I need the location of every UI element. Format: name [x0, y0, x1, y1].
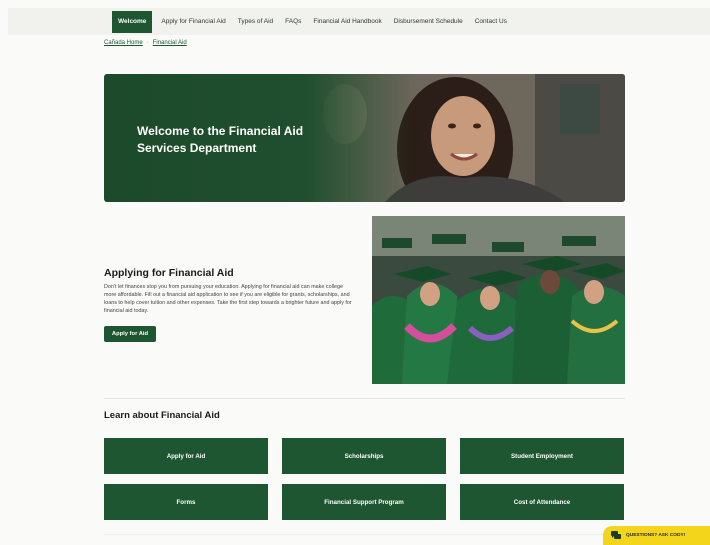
breadcrumb-home-link[interactable]: Cañada Home: [104, 40, 143, 46]
page: Welcome Apply for Financial Aid Types of…: [0, 0, 710, 545]
nav-item-faqs[interactable]: FAQs: [279, 11, 307, 33]
hero-student-photo: [305, 74, 625, 202]
apply-section-title: Applying for Financial Aid: [104, 267, 234, 279]
top-nav: Welcome Apply for Financial Aid Types of…: [8, 8, 710, 35]
apply-section-text: Don't let finances stop you from pursuin…: [104, 284, 352, 314]
nav-item-types-of-aid[interactable]: Types of Aid: [232, 11, 279, 33]
tile-cost-of-attendance[interactable]: Cost of Attendance: [460, 484, 624, 520]
ask-cody-chat-button[interactable]: QUESTIONS? ASK CODY!: [603, 526, 710, 545]
breadcrumb-current-link[interactable]: Financial Aid: [153, 40, 187, 46]
apply-for-aid-button[interactable]: Apply for Aid: [104, 326, 156, 342]
tile-financial-support-program[interactable]: Financial Support Program: [282, 484, 446, 520]
tile-apply-for-aid[interactable]: Apply for Aid: [104, 438, 268, 474]
nav-item-apply-for-financial-aid[interactable]: Apply for Financial Aid: [155, 11, 231, 33]
section-divider: [104, 398, 625, 399]
chat-label: QUESTIONS? ASK CODY!: [626, 533, 686, 538]
graduates-photo: [372, 216, 625, 384]
nav-item-welcome[interactable]: Welcome: [112, 10, 153, 33]
nav-item-disbursement-schedule[interactable]: Disbursement Schedule: [388, 11, 469, 33]
tile-forms[interactable]: Forms: [104, 484, 268, 520]
breadcrumb: Cañada Home · Financial Aid: [104, 40, 187, 46]
tile-scholarships[interactable]: Scholarships: [282, 438, 446, 474]
tile-student-employment[interactable]: Student Employment: [460, 438, 624, 474]
hero-title: Welcome to the Financial Aid Services De…: [137, 124, 304, 155]
footer-divider: [104, 534, 625, 535]
hero-banner: Welcome to the Financial Aid Services De…: [104, 74, 625, 202]
learn-section-title: Learn about Financial Aid: [104, 410, 220, 421]
breadcrumb-separator: ·: [146, 40, 149, 46]
chat-bubble-icon: [611, 531, 621, 539]
nav-item-contact-us[interactable]: Contact Us: [469, 11, 513, 33]
nav-item-financial-aid-handbook[interactable]: Financial Aid Handbook: [307, 11, 387, 33]
